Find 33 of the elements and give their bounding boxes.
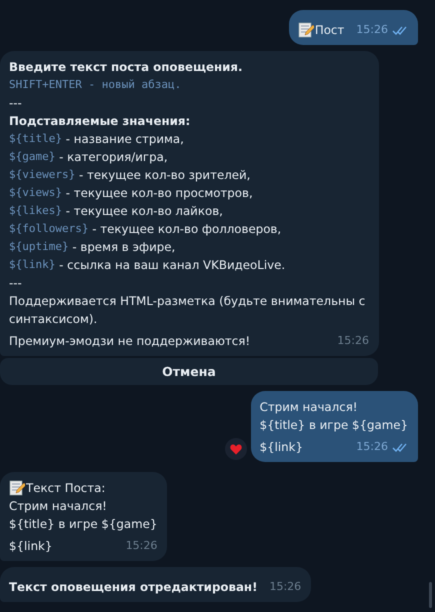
message-text: ${followers} - текущее кол-во фолловеров, xyxy=(9,221,282,238)
message-text: Пост xyxy=(298,21,344,39)
message-text: Премиум-эмодзи не поддерживаются! xyxy=(9,333,250,350)
message-text: ${views} - текущее кол-во просмотров, xyxy=(9,185,254,202)
message-time: 15:26 xyxy=(269,579,302,595)
message-text: ${viewers} - текущее кол-во зрителей, xyxy=(9,167,252,184)
message-text: ${uptime} - время в эфире, xyxy=(9,239,176,256)
message-text: Стрим начался! xyxy=(9,498,108,515)
message-text: ${title} в игре ${game} xyxy=(9,516,158,533)
scrollbar[interactable] xyxy=(429,582,432,608)
message-text: Текст Поста: xyxy=(9,479,158,497)
message-time: 15:26 xyxy=(356,439,388,455)
message-text: Текст оповещения отредактирован! xyxy=(9,579,258,596)
message-text: Введите текст поста оповещения. xyxy=(9,59,244,76)
message-text: ${link} xyxy=(260,439,303,456)
message-text: Поддерживается HTML-разметка (будьте внимательны с синтаксисом). xyxy=(9,293,366,328)
message-text: Стрим начался! xyxy=(260,399,359,416)
message-text: --- xyxy=(9,95,23,112)
message-time: 15:26 xyxy=(126,538,158,554)
message-text: ${likes} - текущее кол-во лайков, xyxy=(9,203,224,220)
message-text: ${title} - название стрима, xyxy=(9,131,185,148)
cancel-button[interactable]: Отмена xyxy=(0,358,378,385)
message-text: ${link} - ссылка на ваш канал VKВидеоLive. xyxy=(9,257,286,274)
reaction-badge[interactable] xyxy=(224,438,247,460)
message-text: SHIFT+ENTER - новый абзац. xyxy=(9,77,182,93)
message-text: --- xyxy=(9,275,23,292)
message-time: 15:26 xyxy=(356,22,388,38)
message-text: ${game} - категория/игра, xyxy=(9,149,169,166)
message-text: Подставляемые значения: xyxy=(9,113,192,130)
heart-icon xyxy=(230,444,242,454)
message-text: ${title} в игре ${game} xyxy=(260,417,408,434)
message-time: 15:26 xyxy=(337,333,369,349)
message-text: ${link} xyxy=(9,538,52,555)
